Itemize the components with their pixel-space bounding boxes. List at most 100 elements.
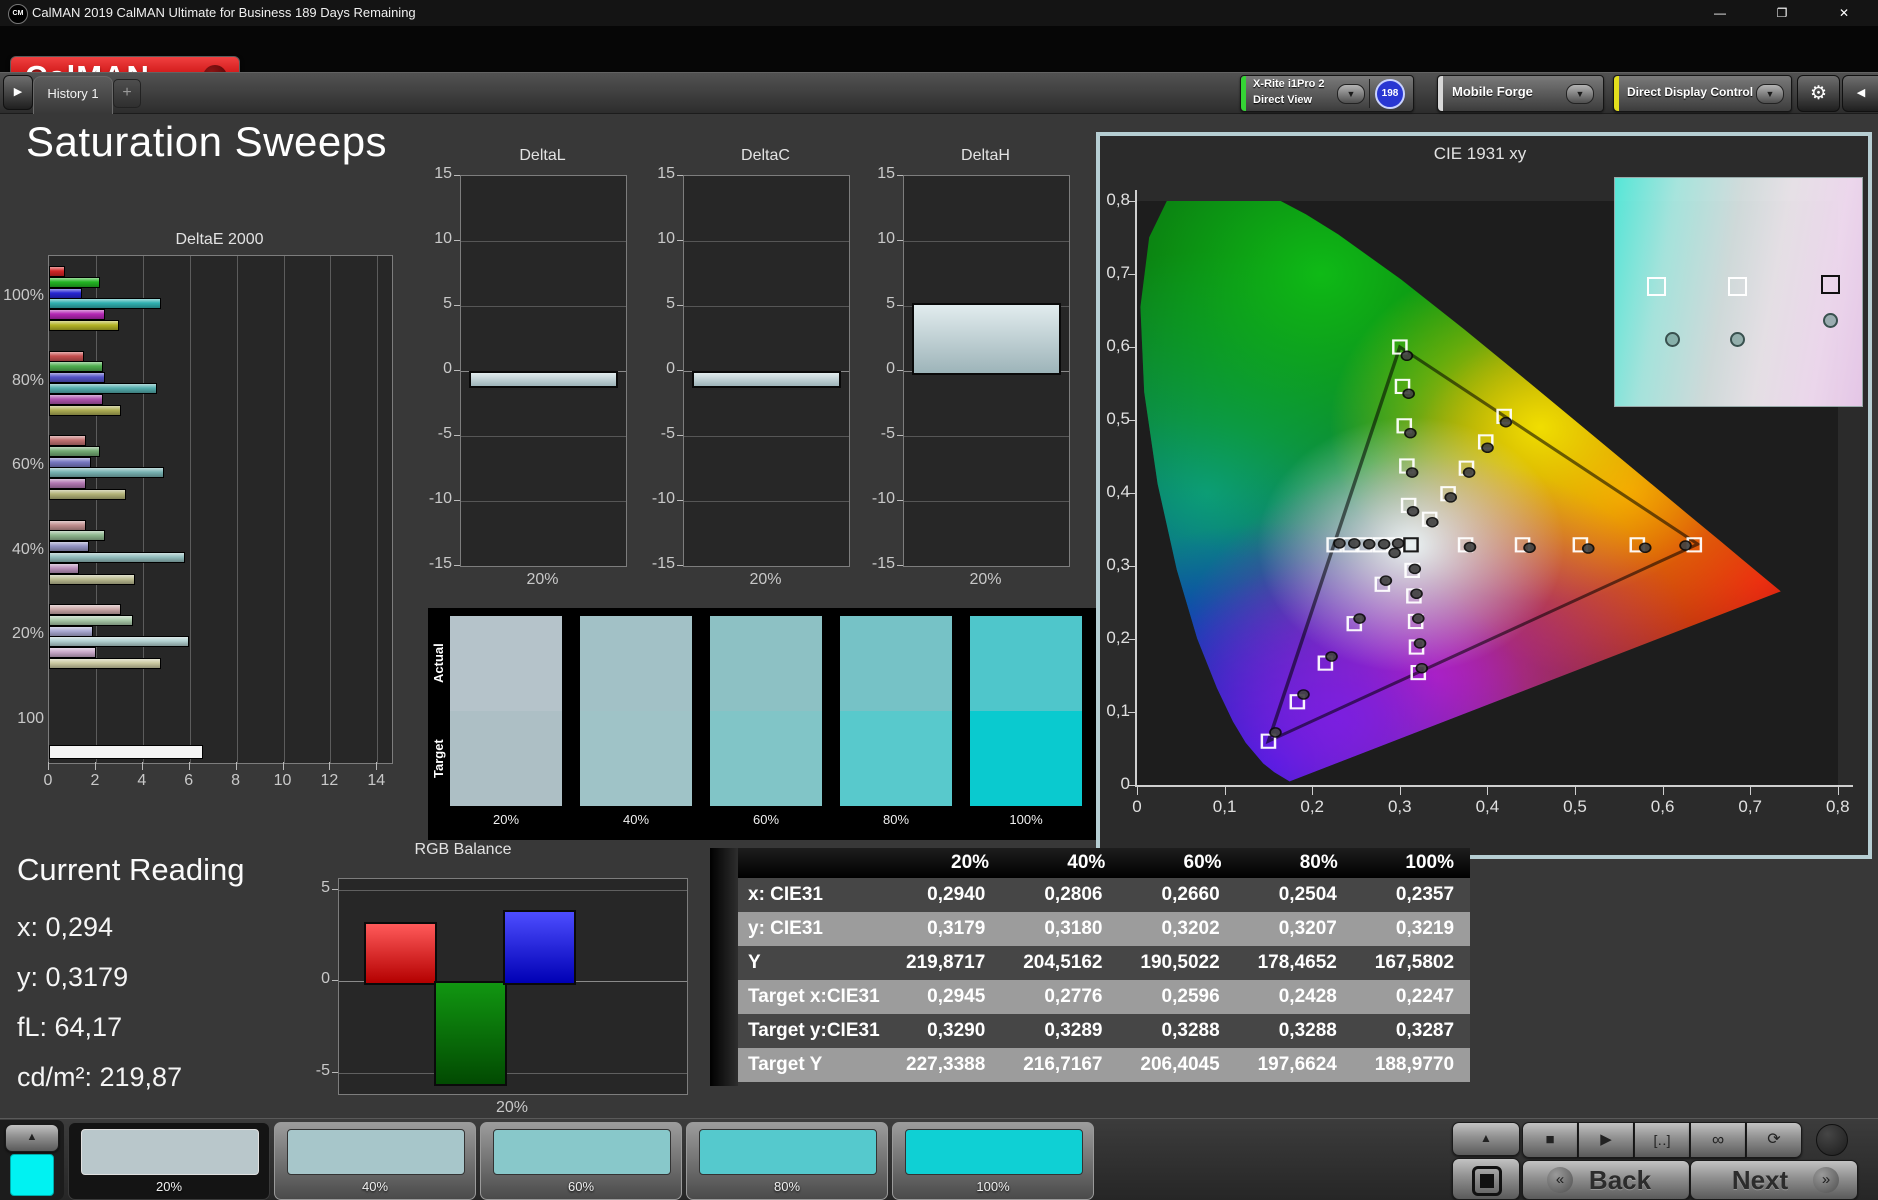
column-header: 60% — [1183, 852, 1222, 873]
loop-button[interactable]: ∞ — [1690, 1122, 1746, 1158]
gridline — [684, 306, 849, 307]
bar-cyan — [49, 382, 157, 394]
collapse-panel-button[interactable]: ◀ — [1842, 75, 1878, 112]
y-tick — [332, 1071, 338, 1073]
y-tick-label: 5 — [666, 295, 675, 312]
back-button[interactable]: « Back — [1522, 1160, 1690, 1200]
play-button[interactable]: ▶ — [1578, 1122, 1634, 1158]
bar-yellow — [49, 320, 119, 331]
y-tick-label: -10 — [651, 490, 675, 507]
patch-button-40%[interactable]: 40% — [274, 1122, 476, 1200]
deltae-plot-area — [48, 255, 393, 764]
display-control-dropdown[interactable]: Direct Display Control ▼ — [1613, 75, 1792, 112]
x-tick-label: 12 — [320, 772, 339, 789]
y-tick-label: 10 — [657, 230, 675, 247]
stop-measure-button[interactable] — [1452, 1158, 1520, 1200]
x-axis-label: 20% — [495, 1099, 529, 1116]
swatch-label: 20% — [492, 812, 520, 827]
gridline — [377, 256, 379, 763]
y-tick — [677, 305, 683, 306]
cie-x-tick-label: 0,2 — [1300, 797, 1324, 816]
y-tick — [454, 500, 460, 501]
gridline — [461, 501, 626, 502]
patch-button-20%[interactable]: 20% — [68, 1122, 270, 1200]
y-tick — [454, 435, 460, 436]
logo-bar: CalMAN ▼ — [0, 26, 1878, 97]
close-button[interactable]: ✕ — [1814, 0, 1874, 26]
target-swatch-20% — [450, 711, 562, 806]
row-label: y: CIE31 — [748, 918, 823, 939]
minimize-button[interactable]: — — [1690, 0, 1750, 26]
gridline — [330, 256, 332, 763]
rgb-plot-area — [338, 878, 688, 1095]
table-cell: 178,4652 — [1257, 952, 1337, 973]
bar-green — [49, 530, 105, 542]
y-tick-label: -10 — [871, 490, 895, 507]
patch-swatch — [905, 1129, 1083, 1175]
group-label: 80% — [11, 371, 44, 389]
current-reading-title: Current Reading — [17, 852, 245, 887]
cie-x-axis-line — [1135, 785, 1853, 787]
chevron-down-icon[interactable]: ▼ — [1756, 84, 1784, 104]
y-tick-label: -10 — [428, 490, 452, 507]
source-dropdown[interactable]: Mobile Forge ▼ — [1437, 75, 1604, 112]
y-tick-label: -5 — [437, 425, 452, 442]
cie-x-tick — [1750, 787, 1752, 795]
delta-bar — [469, 371, 618, 388]
refresh-button[interactable]: ⟳ — [1746, 1122, 1802, 1158]
chevron-down-icon[interactable]: ▼ — [1566, 84, 1594, 104]
gridline — [236, 256, 238, 763]
bar-cyan — [49, 298, 162, 310]
tab-history-1[interactable]: History 1 — [33, 76, 113, 114]
x-tick — [329, 762, 331, 770]
meter-count-badge[interactable]: 198 — [1375, 79, 1405, 109]
source-status-stripe — [1438, 76, 1443, 111]
column-header: 100% — [1405, 852, 1454, 873]
inset-white-point-square — [1821, 275, 1840, 294]
add-tab-button[interactable]: + — [113, 79, 141, 108]
next-button[interactable]: Next » — [1690, 1160, 1858, 1200]
workflow-nav-button[interactable]: ▶ — [3, 75, 33, 110]
cie-x-tick — [1137, 787, 1138, 795]
expand-patch-button[interactable]: ▲ — [5, 1124, 59, 1152]
actual-swatch-100% — [970, 616, 1082, 711]
stop-button[interactable]: ■ — [1522, 1122, 1578, 1158]
play-icon: ▶ — [13, 86, 23, 98]
bar-magenta — [49, 562, 80, 574]
gridline — [904, 501, 1069, 502]
expand-transport-button[interactable]: ▲ — [1452, 1122, 1520, 1156]
bar-cyan — [49, 551, 185, 563]
y-tick — [677, 240, 683, 241]
y-tick — [677, 370, 683, 371]
inset-target-square — [1728, 277, 1747, 296]
page-title: Saturation Sweeps — [26, 118, 388, 165]
status-knob-holder — [1812, 1122, 1852, 1156]
patch-button-80%[interactable]: 80% — [686, 1122, 888, 1200]
chevron-down-icon[interactable]: ▼ — [1337, 84, 1365, 104]
table-cell: 0,3287 — [1395, 1020, 1455, 1041]
cie-x-tick-label: 0,8 — [1825, 797, 1850, 816]
settings-button[interactable]: ⚙ — [1797, 75, 1840, 112]
meter-name: X-Rite i1Pro 2 — [1253, 78, 1325, 90]
x-tick-label: 4 — [137, 772, 147, 789]
row-label: Y — [748, 952, 761, 973]
bar-red — [49, 435, 87, 446]
maximize-button[interactable]: ❐ — [1752, 0, 1812, 26]
step-button[interactable]: [‥] — [1634, 1122, 1690, 1158]
row-label: Target Y — [748, 1054, 823, 1075]
x-tick — [188, 762, 190, 770]
x-tick-label: 10 — [273, 772, 292, 789]
table-cell: 0,2945 — [927, 986, 986, 1007]
meter-dropdown[interactable]: X-Rite i1Pro 2 Direct View ▼ 198 — [1240, 75, 1414, 112]
group-label: 20% — [11, 625, 44, 642]
bar-yellow — [49, 658, 162, 669]
table-cell: 0,3290 — [927, 1020, 986, 1041]
table-header-row: 20% 40% 60% 80% 100% — [738, 848, 1470, 878]
current-patch-widget: ▲ — [0, 1120, 64, 1200]
table-cell: 0,3289 — [1044, 1020, 1103, 1041]
patch-button-100%[interactable]: 100% — [892, 1122, 1094, 1200]
x-tick-label: 6 — [184, 772, 194, 789]
patch-button-60%[interactable]: 60% — [480, 1122, 682, 1200]
gear-icon: ⚙ — [1809, 83, 1828, 104]
table-cell: 0,2357 — [1395, 884, 1455, 905]
